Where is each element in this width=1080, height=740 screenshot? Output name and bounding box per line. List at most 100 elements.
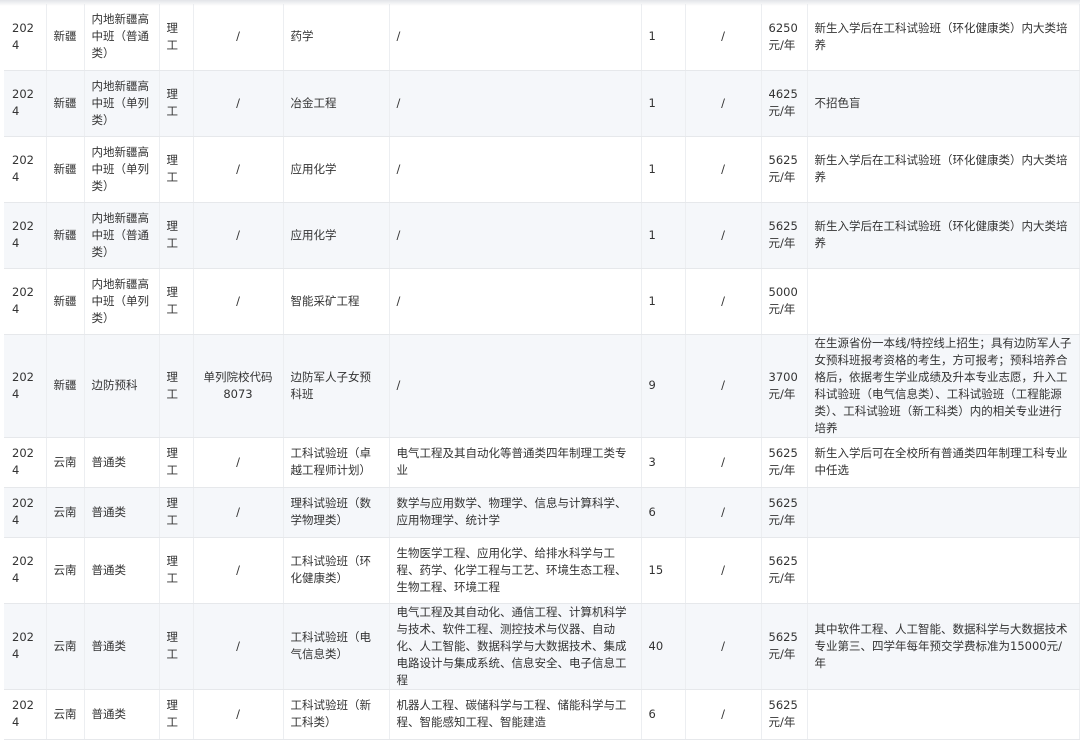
cell-tuition: 5625元/年	[761, 603, 808, 690]
cell-province: 新疆	[46, 202, 85, 269]
cell-tuition: 3700元/年	[761, 334, 808, 438]
cell-subject: 理工	[159, 4, 194, 71]
cell-tuition: 4625元/年	[761, 70, 808, 137]
cell-school-code: /	[193, 136, 284, 203]
cell-major: 药学	[283, 4, 390, 71]
cell-subject: 理工	[159, 202, 194, 269]
cell-school-code: /	[193, 268, 284, 335]
cell-school-code: /	[193, 4, 284, 71]
cell-subject: 理工	[159, 537, 194, 604]
cell-remark: 不招色盲	[807, 70, 1080, 137]
cell-duration: /	[685, 136, 762, 203]
cell-category: 内地新疆高中班（单列类）	[84, 136, 160, 203]
cell-school-code: /	[193, 537, 284, 604]
cell-included-majors: /	[389, 70, 642, 137]
cell-duration: /	[685, 537, 762, 604]
cell-remark: 新生入学后在工科试验班（环化健康类）内大类培养	[807, 4, 1080, 71]
cell-included-majors: /	[389, 4, 642, 71]
cell-included-majors: /	[389, 202, 642, 269]
cell-plan-count: 1	[641, 202, 686, 269]
cell-school-code: /	[193, 487, 284, 538]
cell-school-code: 单列院校代码8073	[193, 334, 284, 438]
cell-plan-count: 1	[641, 70, 686, 137]
cell-province: 新疆	[46, 136, 85, 203]
cell-subject: 理工	[159, 487, 194, 538]
cell-province: 新疆	[46, 70, 85, 137]
cell-category: 普通类	[84, 437, 160, 488]
cell-plan-count: 6	[641, 487, 686, 538]
cell-remark: 新生入学后在工科试验班（环化健康类）内大类培养	[807, 202, 1080, 269]
cell-duration: /	[685, 202, 762, 269]
cell-year: 2024	[4, 70, 47, 137]
cell-included-majors: 数学与应用数学、物理学、信息与计算科学、应用物理学、统计学	[389, 487, 642, 538]
cell-remark: 新生入学后在工科试验班（环化健康类）内大类培养	[807, 136, 1080, 203]
cell-plan-count: 15	[641, 537, 686, 604]
cell-subject: 理工	[159, 268, 194, 335]
cell-tuition: 5625元/年	[761, 202, 808, 269]
table-row: 2024 云南 普通类 理工 / 理科试验班（数学物理类） 数学与应用数学、物理学、信息与计…	[4, 487, 1080, 538]
cell-school-code: /	[193, 202, 284, 269]
cell-remark	[807, 487, 1080, 538]
cell-subject: 理工	[159, 334, 194, 438]
cell-year: 2024	[4, 437, 47, 488]
cell-year: 2024	[4, 603, 47, 690]
cell-category: 普通类	[84, 603, 160, 690]
cell-category: 内地新疆高中班（普通类）	[84, 202, 160, 269]
table-row: 2024 云南 普通类 理工 / 工科试验班（电气信息类） 电气工程及其自动化、通信工程、计…	[4, 603, 1080, 690]
cell-plan-count: 40	[641, 603, 686, 690]
table-row: 2024 新疆 边防预科 理工 单列院校代码8073 边防军人子女预科班/9/3700元/…	[4, 334, 1080, 438]
cell-plan-count: 9	[641, 334, 686, 438]
cell-major: 工科试验班（环化健康类）	[283, 537, 390, 604]
cell-duration: /	[685, 437, 762, 488]
cell-major: 冶金工程	[283, 70, 390, 137]
cell-major: 应用化学	[283, 136, 390, 203]
cell-plan-count: 1	[641, 136, 686, 203]
cell-duration: /	[685, 487, 762, 538]
cell-province: 云南	[46, 603, 85, 690]
cell-tuition: 5625元/年	[761, 487, 808, 538]
cell-category: 普通类	[84, 537, 160, 604]
cell-province: 云南	[46, 437, 85, 488]
table-row: 2024 新疆 内地新疆高中班（普通类） 理工 / 应用化学/1/5625元/年 新生入学后…	[4, 202, 1080, 269]
cell-school-code: /	[193, 603, 284, 690]
table-row: 2024 新疆 内地新疆高中班（单列类） 理工 / 智能采矿工程/1/5000元/年	[4, 268, 1080, 335]
cell-subject: 理工	[159, 136, 194, 203]
cell-category: 普通类	[84, 487, 160, 538]
cell-tuition: 5000元/年	[761, 268, 808, 335]
cell-school-code: /	[193, 70, 284, 137]
cell-included-majors: 电气工程及其自动化、通信工程、计算机科学与技术、软件工程、测控技术与仪器、自动化…	[389, 603, 642, 690]
table-row: 2024 云南 普通类 理工 / 工科试验班（环化健康类） 生物医学工程、应用化学、给排水科…	[4, 537, 1080, 604]
cell-year: 2024	[4, 202, 47, 269]
cell-category: 内地新疆高中班（单列类）	[84, 268, 160, 335]
table-body: 2024 新疆 内地新疆高中班（普通类） 理工 / 药学/1/6250元/年 新生入学后在工…	[4, 4, 1080, 740]
table-row: 2024 新疆 内地新疆高中班（单列类） 理工 / 冶金工程/1/4625元/年 不招色盲	[4, 70, 1080, 137]
cell-plan-count: 1	[641, 4, 686, 71]
cell-remark	[807, 268, 1080, 335]
cell-major: 工科试验班（卓越工程师计划）	[283, 437, 390, 488]
cell-included-majors: /	[389, 136, 642, 203]
cell-category: 内地新疆高中班（单列类）	[84, 70, 160, 137]
cell-school-code: /	[193, 437, 284, 488]
cell-included-majors: 电气工程及其自动化等普通类四年制理工类专业	[389, 437, 642, 488]
cell-duration: /	[685, 70, 762, 137]
cell-major: 理科试验班（数学物理类）	[283, 487, 390, 538]
cell-included-majors: 生物医学工程、应用化学、给排水科学与工程、药学、化学工程与工艺、环境生态工程、生…	[389, 537, 642, 604]
cell-remark: 新生入学后可在全校所有普通类四年制理工科专业中任选	[807, 437, 1080, 488]
cell-province: 新疆	[46, 334, 85, 438]
cell-duration: /	[685, 268, 762, 335]
cell-year: 2024	[4, 537, 47, 604]
table-row: 2024 新疆 内地新疆高中班（单列类） 理工 / 应用化学/1/5625元/年 新生入学后…	[4, 136, 1080, 203]
cell-plan-count: 1	[641, 268, 686, 335]
cell-major: 边防军人子女预科班	[283, 334, 390, 438]
cell-year: 2024	[4, 136, 47, 203]
cell-tuition: 5625元/年	[761, 537, 808, 604]
cell-year: 2024	[4, 487, 47, 538]
cell-subject: 理工	[159, 70, 194, 137]
cell-tuition: 5625元/年	[761, 136, 808, 203]
cell-year: 2024	[4, 4, 47, 71]
cell-province: 新疆	[46, 268, 85, 335]
cell-province: 新疆	[46, 4, 85, 71]
cell-duration: /	[685, 334, 762, 438]
cell-duration: /	[685, 603, 762, 690]
cell-major: 工科试验班（电气信息类）	[283, 603, 390, 690]
